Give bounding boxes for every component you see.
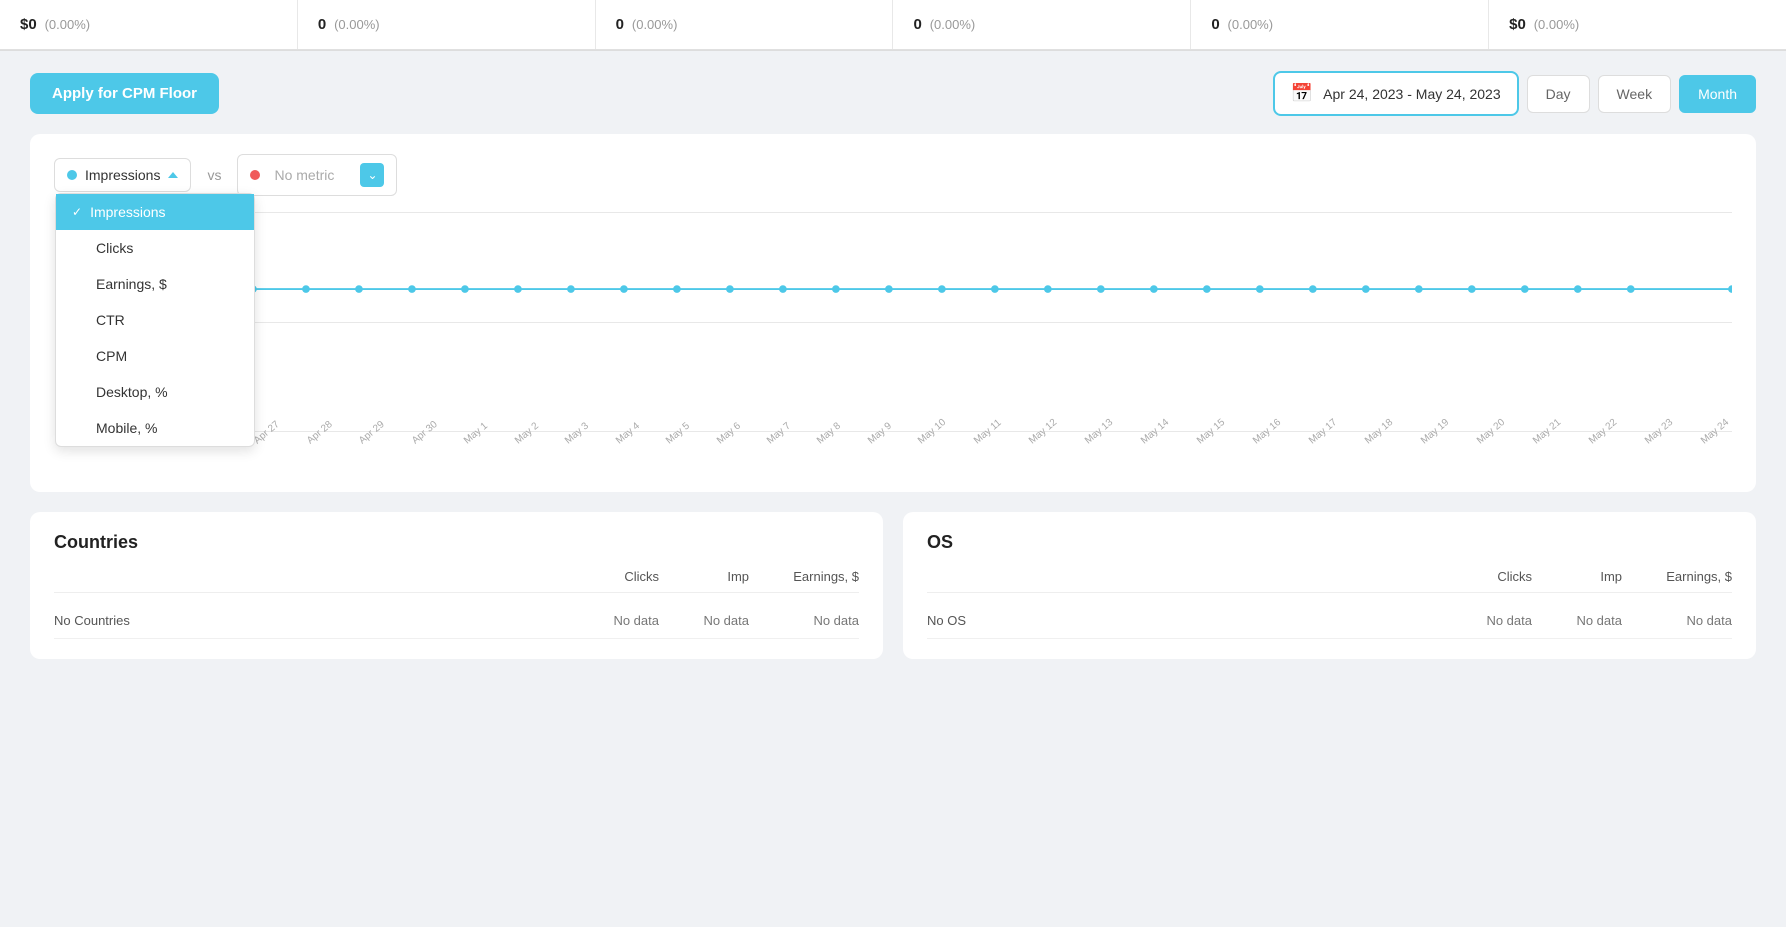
countries-row-clicks: No data: [569, 613, 659, 628]
os-no-data-row: No OS No data No data No data: [927, 603, 1732, 639]
date-range-label: Apr 24, 2023 - May 24, 2023: [1323, 86, 1500, 102]
stat-value-5: $0: [1509, 16, 1526, 33]
dropdown-item-label: CPM: [96, 348, 127, 364]
period-day-button[interactable]: Day: [1527, 75, 1590, 113]
chart-controls: Impressions ✓ Impressions Clicks Earning…: [54, 154, 1732, 196]
toolbar: Apply for CPM Floor 📅 Apr 24, 2023 - May…: [30, 71, 1756, 116]
chart-container: Impressions ✓ Impressions Clicks Earning…: [30, 134, 1756, 492]
chevron-up-icon: [168, 172, 178, 178]
metric1-label: Impressions: [85, 167, 160, 183]
stat-value-1: 0: [318, 16, 326, 33]
stat-change-3: (0.00%): [930, 17, 976, 32]
countries-row-imp: No data: [659, 613, 749, 628]
stat-card-2: 0 (0.00%): [596, 0, 894, 49]
os-col-imp: Imp: [1532, 569, 1622, 584]
countries-col-earnings: Earnings, $: [749, 569, 859, 584]
os-col-clicks: Clicks: [1442, 569, 1532, 584]
metric1-selector[interactable]: Impressions ✓ Impressions Clicks Earning…: [54, 158, 191, 192]
date-controls: 📅 Apr 24, 2023 - May 24, 2023 Day Week M…: [1273, 71, 1756, 116]
os-title: OS: [927, 532, 1732, 553]
metric2-label: No metric: [274, 167, 352, 183]
stat-change-1: (0.00%): [334, 17, 380, 32]
countries-table-header: Clicks Imp Earnings, $: [54, 569, 859, 593]
dropdown-item-impressions[interactable]: ✓ Impressions: [56, 194, 254, 230]
countries-no-data-row: No Countries No data No data No data: [54, 603, 859, 639]
dropdown-item-earnings[interactable]: Earnings, $: [56, 266, 254, 302]
chart-area: -0.5 -1: [54, 212, 1732, 472]
os-table-header: Clicks Imp Earnings, $: [927, 569, 1732, 593]
dropdown-item-desktop[interactable]: Desktop, %: [56, 374, 254, 410]
stat-change-4: (0.00%): [1228, 17, 1274, 32]
metric1-dropdown: ✓ Impressions Clicks Earnings, $ CTR: [55, 193, 255, 447]
chevron-down-icon[interactable]: ⌄: [360, 163, 384, 187]
dropdown-item-label: Earnings, $: [96, 276, 167, 292]
dropdown-item-label: Mobile, %: [96, 420, 157, 436]
bottom-panels: Countries Clicks Imp Earnings, $ No Coun…: [30, 512, 1756, 659]
os-row-clicks: No data: [1442, 613, 1532, 628]
stat-value-4: 0: [1211, 16, 1219, 33]
metric2-dot: [250, 170, 260, 180]
stat-card-3: 0 (0.00%): [893, 0, 1191, 49]
metric1-dot: [67, 170, 77, 180]
stat-value-2: 0: [616, 16, 624, 33]
checkmark-icon: ✓: [72, 205, 82, 219]
chart-line-svg: [94, 212, 1732, 424]
countries-row-label: No Countries: [54, 613, 569, 628]
dropdown-item-label: Impressions: [90, 204, 165, 220]
metric2-selector[interactable]: No metric ⌄: [237, 154, 397, 196]
os-row-imp: No data: [1532, 613, 1622, 628]
apply-cpm-floor-button[interactable]: Apply for CPM Floor: [30, 73, 219, 114]
stat-value-0: $0: [20, 16, 37, 33]
stat-value-3: 0: [913, 16, 921, 33]
dropdown-item-label: Clicks: [96, 240, 133, 256]
period-week-button[interactable]: Week: [1598, 75, 1672, 113]
vs-label: vs: [207, 167, 221, 183]
os-row-label: No OS: [927, 613, 1442, 628]
stat-card-1: 0 (0.00%): [298, 0, 596, 49]
stat-change-0: (0.00%): [45, 17, 91, 32]
dropdown-item-ctr[interactable]: CTR: [56, 302, 254, 338]
stat-card-0: $0 (0.00%): [0, 0, 298, 49]
date-range-button[interactable]: 📅 Apr 24, 2023 - May 24, 2023: [1273, 71, 1519, 116]
stat-card-5: $0 (0.00%): [1489, 0, 1786, 49]
dropdown-item-mobile[interactable]: Mobile, %: [56, 410, 254, 446]
os-panel: OS Clicks Imp Earnings, $ No OS No data …: [903, 512, 1756, 659]
main-content: Apply for CPM Floor 📅 Apr 24, 2023 - May…: [0, 51, 1786, 679]
stat-card-4: 0 (0.00%): [1191, 0, 1489, 49]
os-row-earnings: No data: [1622, 613, 1732, 628]
calendar-icon: 📅: [1291, 83, 1313, 104]
stats-bar: $0 (0.00%) 0 (0.00%) 0 (0.00%) 0 (0.00%)…: [0, 0, 1786, 50]
stat-change-5: (0.00%): [1534, 17, 1580, 32]
countries-panel: Countries Clicks Imp Earnings, $ No Coun…: [30, 512, 883, 659]
countries-col-imp: Imp: [659, 569, 749, 584]
os-col-earnings: Earnings, $: [1622, 569, 1732, 584]
dropdown-item-label: CTR: [96, 312, 125, 328]
countries-row-earnings: No data: [749, 613, 859, 628]
countries-col-clicks: Clicks: [569, 569, 659, 584]
dropdown-item-label: Desktop, %: [96, 384, 168, 400]
dropdown-item-clicks[interactable]: Clicks: [56, 230, 254, 266]
dropdown-item-cpm[interactable]: CPM: [56, 338, 254, 374]
period-month-button[interactable]: Month: [1679, 75, 1756, 113]
countries-title: Countries: [54, 532, 859, 553]
x-axis-labels: Apr 24 Apr 25 Apr 26 Apr 27 Apr 28 Apr 2…: [94, 432, 1732, 472]
stat-change-2: (0.00%): [632, 17, 678, 32]
